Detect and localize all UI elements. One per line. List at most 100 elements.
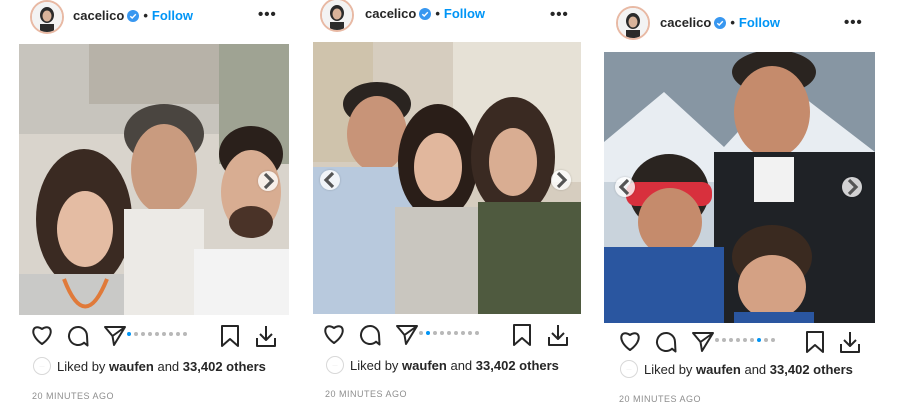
comment-button[interactable]: [358, 323, 382, 347]
liked-by-user[interactable]: waufen: [109, 359, 154, 374]
post-timestamp[interactable]: 20 MINUTES AGO: [325, 389, 407, 399]
username[interactable]: cacelico: [660, 15, 711, 30]
post-timestamp[interactable]: 20 MINUTES AGO: [619, 394, 701, 404]
like-button[interactable]: [618, 330, 642, 352]
liked-by-label: Liked by: [57, 358, 106, 374]
avatar[interactable]: [30, 0, 64, 34]
liker-avatar-logo: ·····: [332, 363, 338, 367]
carousel-indicator: [127, 332, 187, 336]
chevron-left-icon: [323, 171, 335, 189]
share-icon: [104, 326, 126, 346]
carousel-dot: [440, 331, 444, 335]
liked-connector: and: [744, 361, 767, 377]
carousel-dot: [764, 338, 768, 342]
like-button[interactable]: [30, 324, 54, 346]
like-button[interactable]: [322, 323, 346, 345]
chevron-left-icon: [618, 178, 630, 196]
download-icon: [548, 325, 568, 346]
share-button[interactable]: [395, 324, 419, 346]
liker-avatar[interactable]: ·····: [326, 356, 344, 374]
comment-icon: [68, 326, 89, 347]
avatar[interactable]: [616, 6, 650, 40]
carousel-dot: [127, 332, 131, 336]
carousel-next-button[interactable]: [258, 171, 278, 191]
share-button[interactable]: [691, 331, 715, 353]
more-options-button[interactable]: •••: [550, 6, 569, 23]
username[interactable]: cacelico: [73, 8, 124, 23]
post-timestamp[interactable]: 20 MINUTES AGO: [32, 391, 114, 401]
post-header: cacelico • Follow •••: [0, 0, 300, 40]
username[interactable]: cacelico: [365, 6, 416, 21]
post-header-text: cacelico • Follow: [73, 8, 193, 25]
carousel-indicator: [715, 338, 775, 342]
follow-button[interactable]: Follow: [444, 6, 485, 21]
carousel-dot: [162, 332, 166, 336]
comment-icon: [656, 332, 677, 353]
liked-by-label: Liked by: [644, 361, 693, 377]
more-options-button[interactable]: •••: [844, 14, 863, 31]
liker-avatar[interactable]: ·····: [33, 357, 51, 375]
carousel-dot: [183, 332, 187, 336]
follow-button[interactable]: Follow: [739, 15, 780, 30]
action-bar: [618, 330, 878, 358]
family-photo-image: [604, 52, 875, 323]
carousel-dot: [426, 331, 430, 335]
avatar[interactable]: [320, 0, 354, 32]
likes-summary: ····· Liked by waufen and 33,402 others: [620, 360, 853, 378]
liked-by-user[interactable]: waufen: [696, 362, 741, 377]
carousel-dot: [468, 331, 472, 335]
more-options-button[interactable]: •••: [258, 6, 277, 23]
likes-summary: ····· Liked by waufen and 33,402 others: [326, 356, 559, 374]
carousel-dot: [155, 332, 159, 336]
family-photo-image: [313, 42, 581, 314]
bookmark-icon: [221, 325, 239, 347]
verified-badge-icon: [127, 10, 140, 25]
post-header: cacelico • Follow •••: [600, 0, 903, 40]
carousel-prev-button[interactable]: [615, 177, 635, 197]
download-button[interactable]: [546, 323, 570, 347]
carousel-dot: [722, 338, 726, 342]
follow-button[interactable]: Follow: [152, 8, 193, 23]
comment-button[interactable]: [66, 324, 90, 348]
carousel-dot: [148, 332, 152, 336]
save-button[interactable]: [220, 324, 240, 348]
carousel-dot: [141, 332, 145, 336]
liked-others-link[interactable]: 33,402 others: [476, 358, 559, 373]
carousel-next-button[interactable]: [842, 177, 862, 197]
heart-icon: [620, 332, 640, 351]
download-button[interactable]: [254, 324, 278, 348]
separator: •: [730, 15, 735, 30]
carousel-dot: [715, 338, 719, 342]
chevron-right-icon: [847, 178, 859, 196]
heart-icon: [324, 325, 344, 344]
action-bar: [30, 324, 290, 352]
carousel-next-button[interactable]: [551, 170, 571, 190]
liker-avatar[interactable]: ·····: [620, 360, 638, 378]
liked-connector: and: [450, 357, 473, 373]
save-button[interactable]: [512, 323, 532, 347]
share-button[interactable]: [103, 325, 127, 347]
post-header-text: cacelico • Follow: [365, 6, 485, 23]
post-card-1: cacelico • Follow ••• ····· Liked by wau…: [0, 0, 300, 407]
carousel-dot: [169, 332, 173, 336]
action-bar: [322, 323, 582, 351]
carousel-dot: [419, 331, 423, 335]
carousel-dot: [475, 331, 479, 335]
bookmark-icon: [806, 331, 824, 353]
chevron-right-icon: [263, 172, 275, 190]
download-icon: [840, 332, 860, 353]
liked-others-link[interactable]: 33,402 others: [770, 362, 853, 377]
carousel-dot: [729, 338, 733, 342]
carousel-dot: [750, 338, 754, 342]
separator: •: [143, 8, 148, 23]
carousel-dot: [736, 338, 740, 342]
liked-others-link[interactable]: 33,402 others: [183, 359, 266, 374]
carousel-dot: [176, 332, 180, 336]
comment-button[interactable]: [654, 330, 678, 354]
liked-connector: and: [157, 358, 180, 374]
download-button[interactable]: [838, 330, 862, 354]
carousel-prev-button[interactable]: [320, 170, 340, 190]
share-icon: [692, 332, 714, 352]
save-button[interactable]: [805, 330, 825, 354]
liked-by-user[interactable]: waufen: [402, 358, 447, 373]
